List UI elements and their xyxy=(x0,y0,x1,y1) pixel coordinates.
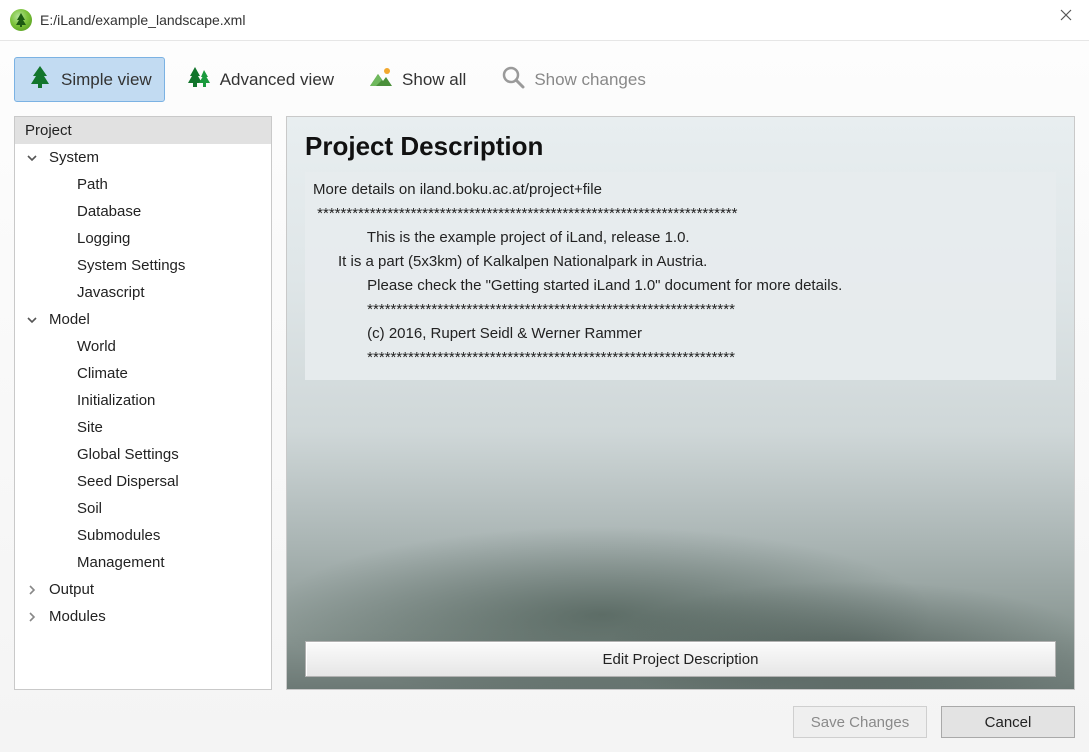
show-changes-button[interactable]: Show changes xyxy=(487,57,659,102)
tree-item-label: Database xyxy=(77,203,141,220)
toolbar: Simple view Advanced view xyxy=(0,41,1089,116)
chevron-right-icon[interactable] xyxy=(25,585,39,595)
chevron-down-icon[interactable] xyxy=(25,153,39,163)
cancel-label: Cancel xyxy=(985,714,1032,731)
tree-item-soil[interactable]: Soil xyxy=(15,495,271,522)
tree-item-label: Initialization xyxy=(77,392,155,409)
tree-item-output[interactable]: Output xyxy=(15,576,271,603)
window: E:/iLand/example_landscape.xml Simple vi… xyxy=(0,0,1089,752)
tree-item-site[interactable]: Site xyxy=(15,414,271,441)
tree-item-project[interactable]: Project xyxy=(15,117,271,144)
chevron-down-icon[interactable] xyxy=(25,315,39,325)
window-title: E:/iLand/example_landscape.xml xyxy=(40,12,245,28)
tree-item-label: Modules xyxy=(49,608,106,625)
tree-item-label: System Settings xyxy=(77,257,185,274)
tree-item-system[interactable]: System xyxy=(15,144,271,171)
footer: Save Changes Cancel xyxy=(0,700,1089,752)
tree-item-label: Logging xyxy=(77,230,130,247)
tree-item-label: Seed Dispersal xyxy=(77,473,179,490)
tree-item-label: Model xyxy=(49,311,90,328)
app-icon xyxy=(10,9,32,31)
trees-icon xyxy=(186,64,212,95)
chevron-right-icon[interactable] xyxy=(25,612,39,622)
tree-item-label: Site xyxy=(77,419,103,436)
description-line: This is the example project of iLand, re… xyxy=(313,226,1048,250)
advanced-view-label: Advanced view xyxy=(220,70,334,90)
simple-view-button[interactable]: Simple view xyxy=(14,57,165,102)
description-line: ****************************************… xyxy=(313,298,1048,322)
tree-item-label: Javascript xyxy=(77,284,145,301)
description-box: More details on iland.boku.ac.at/project… xyxy=(305,172,1056,380)
tree-item-path[interactable]: Path xyxy=(15,171,271,198)
tree-item-label: Soil xyxy=(77,500,102,517)
tree-item-management[interactable]: Management xyxy=(15,549,271,576)
tree-item-label: Project xyxy=(25,122,72,139)
show-all-button[interactable]: Show all xyxy=(355,57,479,102)
detail-heading: Project Description xyxy=(305,131,1056,162)
save-changes-label: Save Changes xyxy=(811,714,909,731)
close-button[interactable] xyxy=(1043,0,1089,30)
tree-item-label: Path xyxy=(77,176,108,193)
tree-panel[interactable]: Project System Path Database Logging System S… xyxy=(14,116,272,690)
tree-item-system-settings[interactable]: System Settings xyxy=(15,252,271,279)
tree-item-label: Output xyxy=(49,581,94,598)
tree-item-seed-dispersal[interactable]: Seed Dispersal xyxy=(15,468,271,495)
tree-item-label: Management xyxy=(77,554,165,571)
body-split: Project System Path Database Logging System S… xyxy=(0,116,1089,700)
tree-item-label: System xyxy=(49,149,99,166)
tree-icon xyxy=(27,64,53,95)
tree-item-model[interactable]: Model xyxy=(15,306,271,333)
content-area: Simple view Advanced view xyxy=(0,40,1089,752)
search-icon xyxy=(500,64,526,95)
tree-item-logging[interactable]: Logging xyxy=(15,225,271,252)
tree-item-label: Global Settings xyxy=(77,446,179,463)
tree-item-label: Climate xyxy=(77,365,128,382)
cancel-button[interactable]: Cancel xyxy=(941,706,1075,738)
description-line: (c) 2016, Rupert Seidl & Werner Rammer xyxy=(313,322,1048,346)
tree-item-world[interactable]: World xyxy=(15,333,271,360)
description-line: ****************************************… xyxy=(313,202,1048,226)
tree-item-javascript[interactable]: Javascript xyxy=(15,279,271,306)
show-changes-label: Show changes xyxy=(534,70,646,90)
advanced-view-button[interactable]: Advanced view xyxy=(173,57,347,102)
landscape-icon xyxy=(368,64,394,95)
description-intro: More details on iland.boku.ac.at/project… xyxy=(313,178,1048,202)
edit-description-button[interactable]: Edit Project Description xyxy=(305,641,1056,677)
description-line: ****************************************… xyxy=(313,346,1048,370)
tree-item-database[interactable]: Database xyxy=(15,198,271,225)
tree-item-initialization[interactable]: Initialization xyxy=(15,387,271,414)
tree-item-modules[interactable]: Modules xyxy=(15,603,271,630)
detail-panel: Project Description More details on ilan… xyxy=(286,116,1075,690)
tree-item-label: World xyxy=(77,338,116,355)
tree-item-global-settings[interactable]: Global Settings xyxy=(15,441,271,468)
save-changes-button[interactable]: Save Changes xyxy=(793,706,927,738)
description-line: Please check the "Getting started iLand … xyxy=(313,274,1048,298)
edit-description-label: Edit Project Description xyxy=(603,651,759,668)
tree-item-climate[interactable]: Climate xyxy=(15,360,271,387)
simple-view-label: Simple view xyxy=(61,70,152,90)
description-line: It is a part (5x3km) of Kalkalpen Nation… xyxy=(313,250,1048,274)
titlebar: E:/iLand/example_landscape.xml xyxy=(0,0,1089,40)
tree-item-submodules[interactable]: Submodules xyxy=(15,522,271,549)
tree-item-label: Submodules xyxy=(77,527,160,544)
detail-inner: Project Description More details on ilan… xyxy=(287,117,1074,689)
show-all-label: Show all xyxy=(402,70,466,90)
